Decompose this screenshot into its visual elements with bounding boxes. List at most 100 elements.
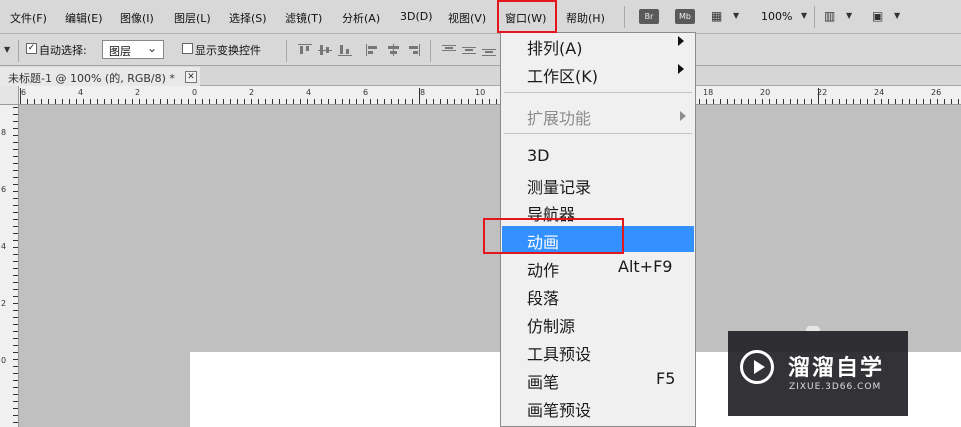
zoom-level[interactable]: 100% (761, 10, 792, 23)
ruler-tick (13, 128, 18, 129)
ruler-tick (293, 99, 294, 104)
ruler-tick (482, 99, 483, 104)
ruler-label: 0 (1, 356, 7, 365)
distribute-center-icon[interactable] (462, 44, 476, 56)
menu-3d[interactable]: 3D(D) (400, 10, 433, 23)
ruler-tick (370, 99, 371, 104)
mini-bridge-button[interactable]: Mb (675, 9, 695, 24)
arrange-documents-icon[interactable]: ▥ (824, 9, 835, 23)
align-right-icon[interactable] (406, 44, 420, 56)
ruler-tick (13, 254, 18, 255)
menu-image[interactable]: 图像(I) (120, 10, 154, 26)
menu-item-brush-presets[interactable]: 画笔预设 (527, 397, 591, 421)
ruler-label: 4 (306, 88, 312, 97)
ruler-tick (48, 99, 49, 104)
layer-select-dropdown[interactable]: 图层 ⌄ (102, 40, 164, 59)
distribute-bottom-icon[interactable] (482, 44, 496, 56)
menu-item-extensions[interactable]: 扩展功能 (527, 105, 591, 129)
ruler-tick (13, 170, 18, 171)
ruler-tick (440, 99, 441, 104)
show-transform-label: 显示变换控件 (195, 44, 261, 57)
document-tab[interactable]: 未标题-1 @ 100% (的, RGB/8) * (0, 67, 200, 86)
menu-item-actions[interactable]: 动作 (527, 257, 559, 281)
ruler-tick (496, 99, 497, 104)
ruler-tick (13, 135, 18, 136)
ruler-tick (874, 99, 875, 104)
ruler-tick (230, 99, 231, 104)
ruler-label: 8 (1, 128, 7, 137)
ruler-tick (356, 99, 357, 104)
annotation-box-animation-item (483, 218, 624, 254)
ruler-tick (13, 198, 18, 199)
menu-item-3d[interactable]: 3D (527, 146, 550, 165)
ruler-tick (804, 99, 805, 104)
menu-item-paragraph[interactable]: 段落 (527, 285, 559, 309)
ruler-tick (13, 156, 18, 157)
ruler-tick (188, 99, 189, 104)
menu-item-workspace[interactable]: 工作区(K) (527, 63, 598, 87)
menu-help[interactable]: 帮助(H) (566, 10, 605, 26)
menu-layer[interactable]: 图层(L) (174, 10, 211, 26)
align-top-icon[interactable] (298, 44, 312, 56)
menu-select[interactable]: 选择(S) (229, 10, 267, 26)
menu-item-arrange[interactable]: 排列(A) (527, 35, 582, 59)
view-extras-icon[interactable]: ▦ (711, 9, 722, 23)
menu-edit[interactable]: 编辑(E) (65, 10, 103, 26)
chevron-down-icon[interactable]: ▼ (733, 11, 739, 20)
ruler-tick (13, 275, 18, 276)
menu-item-clone-source[interactable]: 仿制源 (527, 313, 575, 337)
ruler-tick (83, 99, 84, 104)
ruler-tick (13, 226, 18, 227)
menu-bar: 文件(F) 编辑(E) 图像(I) 图层(L) 选择(S) 滤镜(T) 分析(A… (0, 0, 961, 34)
chevron-down-icon[interactable]: ▼ (801, 11, 807, 20)
ruler-tick (13, 121, 18, 122)
ruler-label: 10 (475, 88, 486, 97)
show-transform-checkbox[interactable] (182, 43, 193, 54)
menu-view[interactable]: 视图(V) (448, 10, 486, 26)
ruler-tick (489, 99, 490, 104)
menu-filter[interactable]: 滤镜(T) (285, 10, 322, 26)
chevron-down-icon[interactable]: ▼ (894, 11, 900, 20)
align-left-icon[interactable] (366, 44, 380, 56)
ruler-tick (958, 99, 959, 104)
ruler-tick (13, 219, 18, 220)
ruler-tick (727, 99, 728, 104)
menu-separator (504, 133, 692, 134)
ruler-tick (13, 247, 18, 248)
ruler-tick (13, 268, 18, 269)
ruler-tick (468, 99, 469, 104)
ruler-tick (272, 99, 273, 104)
ruler-tick (69, 99, 70, 104)
menu-item-brush[interactable]: 画笔 (527, 369, 559, 393)
options-separator (430, 40, 431, 62)
ruler-tick (762, 99, 763, 104)
ruler-label: 24 (874, 88, 885, 97)
auto-select-checkbox[interactable]: ✓ (26, 43, 37, 54)
vertical-ruler[interactable] (0, 105, 19, 427)
align-bottom-icon[interactable] (338, 44, 352, 56)
tool-preset-chevron-icon[interactable]: ▼ (4, 45, 10, 54)
menu-file[interactable]: 文件(F) (10, 10, 47, 26)
menu-item-measurement-log[interactable]: 测量记录 (527, 174, 591, 198)
ruler-label: 6 (1, 185, 7, 194)
close-tab-icon[interactable]: ✕ (185, 71, 197, 83)
ruler-tick (902, 99, 903, 104)
align-vertical-center-icon[interactable] (318, 44, 332, 56)
ruler-tick (741, 99, 742, 104)
options-separator (18, 40, 19, 62)
ruler-label: 6 (363, 88, 369, 97)
ruler-tick (930, 99, 931, 104)
bridge-button[interactable]: Br (639, 9, 659, 24)
play-icon (754, 360, 765, 374)
menu-analysis[interactable]: 分析(A) (342, 10, 380, 26)
chevron-down-icon[interactable]: ▼ (846, 11, 852, 20)
menu-item-tool-presets[interactable]: 工具预设 (527, 341, 591, 365)
screen-mode-icon[interactable]: ▣ (872, 9, 883, 23)
ruler-tick (853, 99, 854, 104)
align-horizontal-center-icon[interactable] (386, 44, 400, 56)
distribute-top-icon[interactable] (442, 44, 456, 56)
ruler-tick (216, 99, 217, 104)
auto-select-label: 自动选择: (39, 44, 87, 57)
ruler-tick (839, 99, 840, 104)
ruler-origin[interactable] (0, 86, 19, 105)
